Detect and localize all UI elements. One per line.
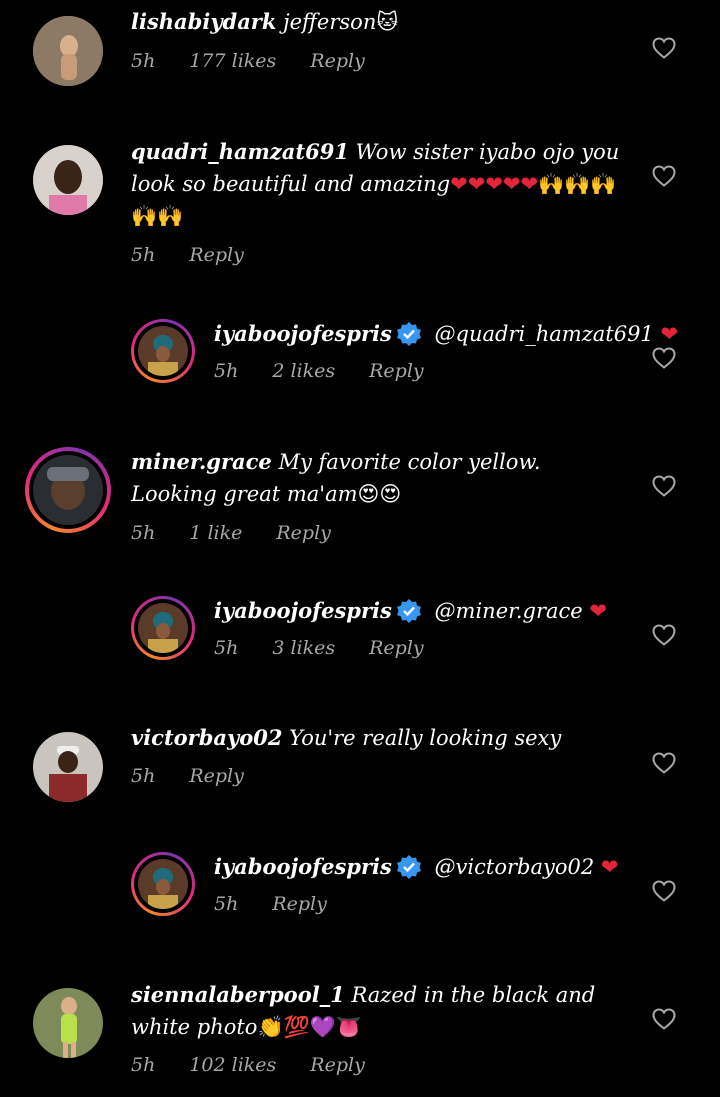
heart-outline-icon[interactable] — [652, 624, 676, 646]
comment-meta: 5h 177 likes Reply — [131, 50, 365, 72]
reply-button[interactable]: Reply — [369, 360, 424, 382]
avatar[interactable] — [33, 145, 103, 215]
heart-outline-icon[interactable] — [652, 347, 676, 369]
heart-outline-icon[interactable] — [652, 880, 676, 902]
avatar[interactable] — [131, 852, 195, 916]
verified-badge-icon — [396, 855, 421, 879]
avatar-photo — [138, 859, 188, 909]
heart-outline-icon[interactable] — [652, 165, 676, 187]
reaction-emojis: 👏💯💜👅 — [257, 1015, 363, 1039]
comment-time: 5h — [214, 637, 239, 659]
avatar[interactable] — [131, 596, 195, 660]
avatar[interactable] — [33, 732, 103, 802]
heart-outline-icon[interactable] — [652, 37, 676, 59]
comment-username[interactable]: quadri_hamzat691 — [131, 139, 349, 164]
comment-username[interactable]: victorbayo02 — [131, 725, 282, 750]
comment-body: jefferson — [283, 10, 377, 34]
comment-meta: 5h 2 likes Reply — [214, 360, 424, 382]
verified-badge-icon — [396, 599, 421, 623]
avatar-photo — [33, 16, 103, 86]
comment-meta: 5h Reply — [131, 244, 244, 266]
heart-outline-icon[interactable] — [652, 752, 676, 774]
avatar-photo — [138, 603, 188, 653]
comment-time: 5h — [131, 522, 156, 544]
comment-text: siennalaberpool_1 Razed in the black and… — [131, 979, 631, 1043]
heart-emoji: ❤ — [589, 599, 608, 623]
reply-button[interactable]: Reply — [189, 244, 244, 266]
avatar[interactable] — [33, 988, 103, 1058]
mention-link[interactable]: @victorbayo02 — [435, 855, 595, 879]
comment-username[interactable]: siennalaberpool_1 — [131, 982, 345, 1007]
avatar-photo — [33, 988, 103, 1058]
comment-time: 5h — [131, 50, 156, 72]
comment-likes[interactable]: 102 likes — [189, 1054, 276, 1076]
avatar-photo — [33, 145, 103, 215]
comment-meta: 5h Reply — [131, 765, 244, 787]
comment-text: quadri_hamzat691 Wow sister iyabo ojo yo… — [131, 136, 631, 232]
mention-link[interactable]: @quadri_hamzat691 — [435, 322, 654, 346]
cat-emoji: 🐱 — [376, 10, 399, 34]
heart-outline-icon[interactable] — [652, 475, 676, 497]
reply-button[interactable]: Reply — [310, 50, 365, 72]
comment-likes[interactable]: 2 likes — [272, 360, 335, 382]
comment-meta: 5h 1 like Reply — [131, 522, 331, 544]
comment-time: 5h — [131, 1054, 156, 1076]
reply-button[interactable]: Reply — [369, 637, 424, 659]
heart-eyes-emojis: 😍😍 — [357, 482, 402, 506]
comment-username[interactable]: iyaboojofespris — [214, 598, 392, 623]
avatar[interactable] — [33, 16, 103, 86]
avatar-photo — [138, 326, 188, 376]
comment-likes[interactable]: 1 like — [189, 522, 242, 544]
comment-meta: 5h 102 likes Reply — [131, 1054, 365, 1076]
avatar-photo — [33, 732, 103, 802]
comment-text: iyaboojofespris @quadri_hamzat691 ❤ — [214, 318, 678, 350]
comment-text: victorbayo02 You're really looking sexy — [131, 722, 631, 754]
comment-text: iyaboojofespris @victorbayo02 ❤ — [214, 851, 634, 883]
reply-button[interactable]: Reply — [310, 1054, 365, 1076]
comment-meta: 5h Reply — [214, 893, 327, 915]
comment-time: 5h — [131, 765, 156, 787]
mention-link[interactable]: @miner.grace — [435, 599, 583, 623]
comment-time: 5h — [131, 244, 156, 266]
reply-button[interactable]: Reply — [276, 522, 331, 544]
comment-text: miner.grace My favorite color yellow. Lo… — [131, 446, 631, 510]
comment-text: lishabiydark jefferson🐱 — [131, 6, 651, 38]
verified-badge-icon — [396, 322, 421, 346]
reply-button[interactable]: Reply — [272, 893, 327, 915]
comment-time: 5h — [214, 360, 239, 382]
comment-username[interactable]: lishabiydark — [131, 9, 276, 34]
comment-username[interactable]: iyaboojofespris — [214, 854, 392, 879]
heart-outline-icon[interactable] — [652, 1008, 676, 1030]
avatar[interactable] — [25, 447, 111, 533]
heart-emoji: ❤ — [660, 322, 679, 346]
avatar-photo — [33, 455, 103, 525]
comment-text: iyaboojofespris @miner.grace ❤ — [214, 595, 634, 627]
reply-button[interactable]: Reply — [189, 765, 244, 787]
comment-username[interactable]: miner.grace — [131, 449, 272, 474]
avatar[interactable] — [131, 319, 195, 383]
comment-likes[interactable]: 3 likes — [272, 637, 335, 659]
comment-meta: 5h 3 likes Reply — [214, 637, 424, 659]
comment-body: You're really looking sexy — [289, 726, 562, 750]
comment-likes[interactable]: 177 likes — [189, 50, 276, 72]
comment-time: 5h — [214, 893, 239, 915]
heart-emoji: ❤ — [600, 855, 619, 879]
comment-username[interactable]: iyaboojofespris — [214, 321, 392, 346]
